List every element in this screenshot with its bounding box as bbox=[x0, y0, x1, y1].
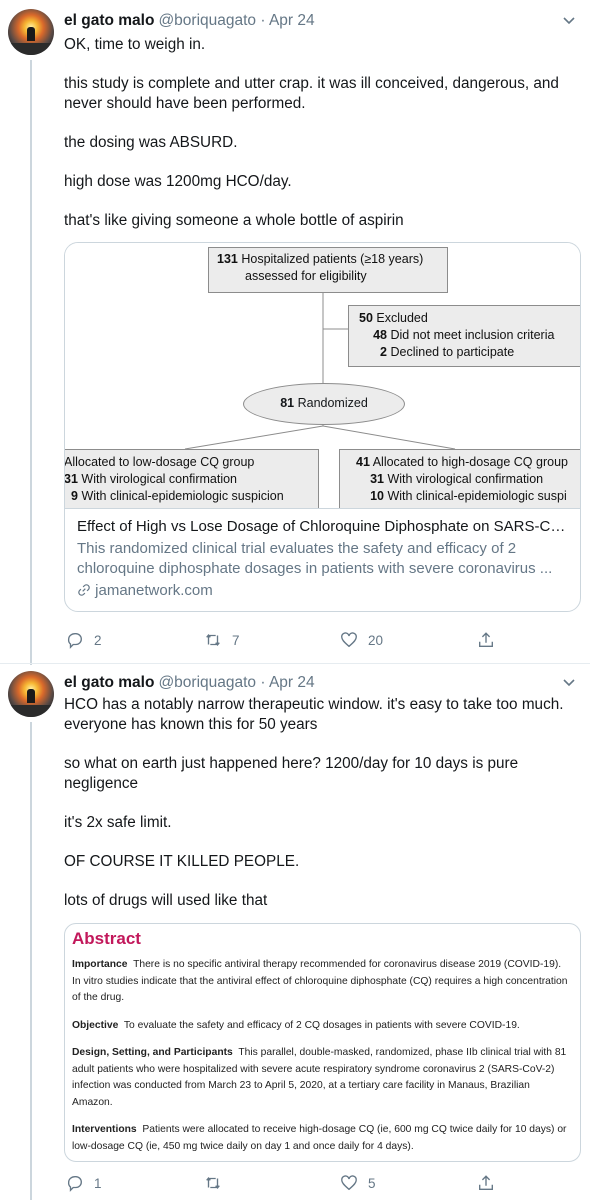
abstract-image[interactable]: Abstract Importance There is no specific… bbox=[64, 923, 581, 1162]
tweet-text: OK, time to weigh in. this study is comp… bbox=[64, 35, 579, 250]
author-name[interactable]: el gato malo bbox=[64, 674, 154, 691]
like-count: 5 bbox=[368, 1175, 376, 1191]
like-count: 20 bbox=[368, 632, 384, 648]
link-preview-card[interactable]: 131 Hospitalized patients (≥18 years) as… bbox=[64, 242, 581, 612]
tweet-paragraph: OK, time to weigh in. bbox=[64, 36, 206, 53]
reply-count: 1 bbox=[94, 1175, 102, 1191]
flow-box-excluded: 50 Excluded 48 Did not meet inclusion cr… bbox=[348, 305, 580, 367]
like-button[interactable]: 5 bbox=[340, 1174, 376, 1192]
share-icon bbox=[479, 1175, 493, 1190]
tweet-paragraph: so what on earth just happened here? 120… bbox=[64, 755, 519, 792]
tweet-actions: 2 7 20 bbox=[64, 631, 524, 651]
flow-box-high-dosage: 41 Allocated to high-dosage CQ group 31 … bbox=[339, 449, 580, 508]
reply-button[interactable]: 2 bbox=[66, 631, 102, 649]
retweet-button[interactable] bbox=[204, 1174, 232, 1192]
tweet-header: el gato malo @boriquagato · Apr 24 bbox=[64, 11, 315, 31]
abstract-interventions: Interventions Patients were allocated to… bbox=[72, 1124, 567, 1152]
tweet-paragraph: this study is complete and utter crap. i… bbox=[64, 75, 559, 112]
tweet-paragraph: the dosing was ABSURD. bbox=[64, 134, 238, 151]
abstract-content: Abstract Importance There is no specific… bbox=[72, 927, 572, 1161]
author-handle[interactable]: @boriquagato · Apr 24 bbox=[158, 674, 314, 691]
card-title[interactable]: Effect of High vs Lose Dosage of Chloroq… bbox=[77, 517, 568, 537]
like-icon bbox=[341, 632, 357, 648]
tweet[interactable]: el gato malo @boriquagato · Apr 24 HCO ha… bbox=[0, 664, 590, 1200]
chevron-down-icon[interactable] bbox=[562, 676, 576, 690]
retweet-icon bbox=[206, 1176, 220, 1190]
card-meta: Effect of High vs Lose Dosage of Chloroq… bbox=[65, 509, 580, 611]
card-domain[interactable]: jamanetwork.com bbox=[77, 581, 568, 601]
tweet-paragraph: it's 2x safe limit. bbox=[64, 814, 172, 831]
abstract-importance: Importance There is no specific antivira… bbox=[72, 959, 568, 1003]
abstract-title: Abstract bbox=[72, 929, 141, 948]
retweet-count: 7 bbox=[232, 632, 240, 648]
reply-count: 2 bbox=[94, 632, 102, 648]
tweet-paragraph: OF COURSE IT KILLED PEOPLE. bbox=[64, 853, 300, 870]
tweet-paragraph: high dose was 1200mg HCO/day. bbox=[64, 173, 292, 190]
tweet-paragraph: HCO has a notably narrow therapeutic win… bbox=[64, 696, 564, 733]
tweet-paragraph: that's like giving someone a whole bottl… bbox=[64, 212, 404, 229]
retweet-icon bbox=[206, 633, 220, 647]
flow-diagram-image: 131 Hospitalized patients (≥18 years) as… bbox=[65, 243, 580, 509]
tweet[interactable]: el gato malo @boriquagato · Apr 24 OK, ti… bbox=[0, 0, 590, 660]
flow-box-assessed: 131 Hospitalized patients (≥18 years) as… bbox=[208, 247, 448, 293]
reply-button[interactable]: 1 bbox=[66, 1174, 102, 1192]
reply-icon bbox=[67, 633, 82, 649]
tweet-paragraph: lots of drugs will used like that bbox=[64, 892, 268, 909]
author-handle[interactable]: @boriquagato · Apr 24 bbox=[158, 12, 314, 29]
flow-oval-randomized: 81 Randomized bbox=[243, 383, 405, 425]
share-button[interactable] bbox=[477, 631, 495, 649]
abstract-design: Design, Setting, and Participants This p… bbox=[72, 1047, 567, 1108]
tweet-actions: 1 5 bbox=[64, 1174, 524, 1194]
tweet-text: HCO has a notably narrow therapeutic win… bbox=[64, 695, 579, 930]
abstract-objective: Objective To evaluate the safety and eff… bbox=[72, 1019, 520, 1031]
retweet-button[interactable]: 7 bbox=[204, 631, 240, 649]
like-icon bbox=[341, 1175, 357, 1191]
share-icon bbox=[479, 632, 493, 647]
chevron-down-icon[interactable] bbox=[562, 14, 576, 28]
share-button[interactable] bbox=[477, 1174, 495, 1192]
author-name[interactable]: el gato malo bbox=[64, 12, 154, 29]
flow-box-low-dosage: Allocated to low-dosage CQ group 31 With… bbox=[65, 449, 319, 508]
like-button[interactable]: 20 bbox=[340, 631, 383, 649]
reply-icon bbox=[67, 1176, 82, 1192]
avatar[interactable] bbox=[8, 9, 54, 55]
tweet-header: el gato malo @boriquagato · Apr 24 bbox=[64, 673, 315, 693]
link-icon bbox=[78, 584, 90, 596]
avatar[interactable] bbox=[8, 671, 54, 717]
card-description: This randomized clinical trial evaluates… bbox=[77, 540, 553, 577]
